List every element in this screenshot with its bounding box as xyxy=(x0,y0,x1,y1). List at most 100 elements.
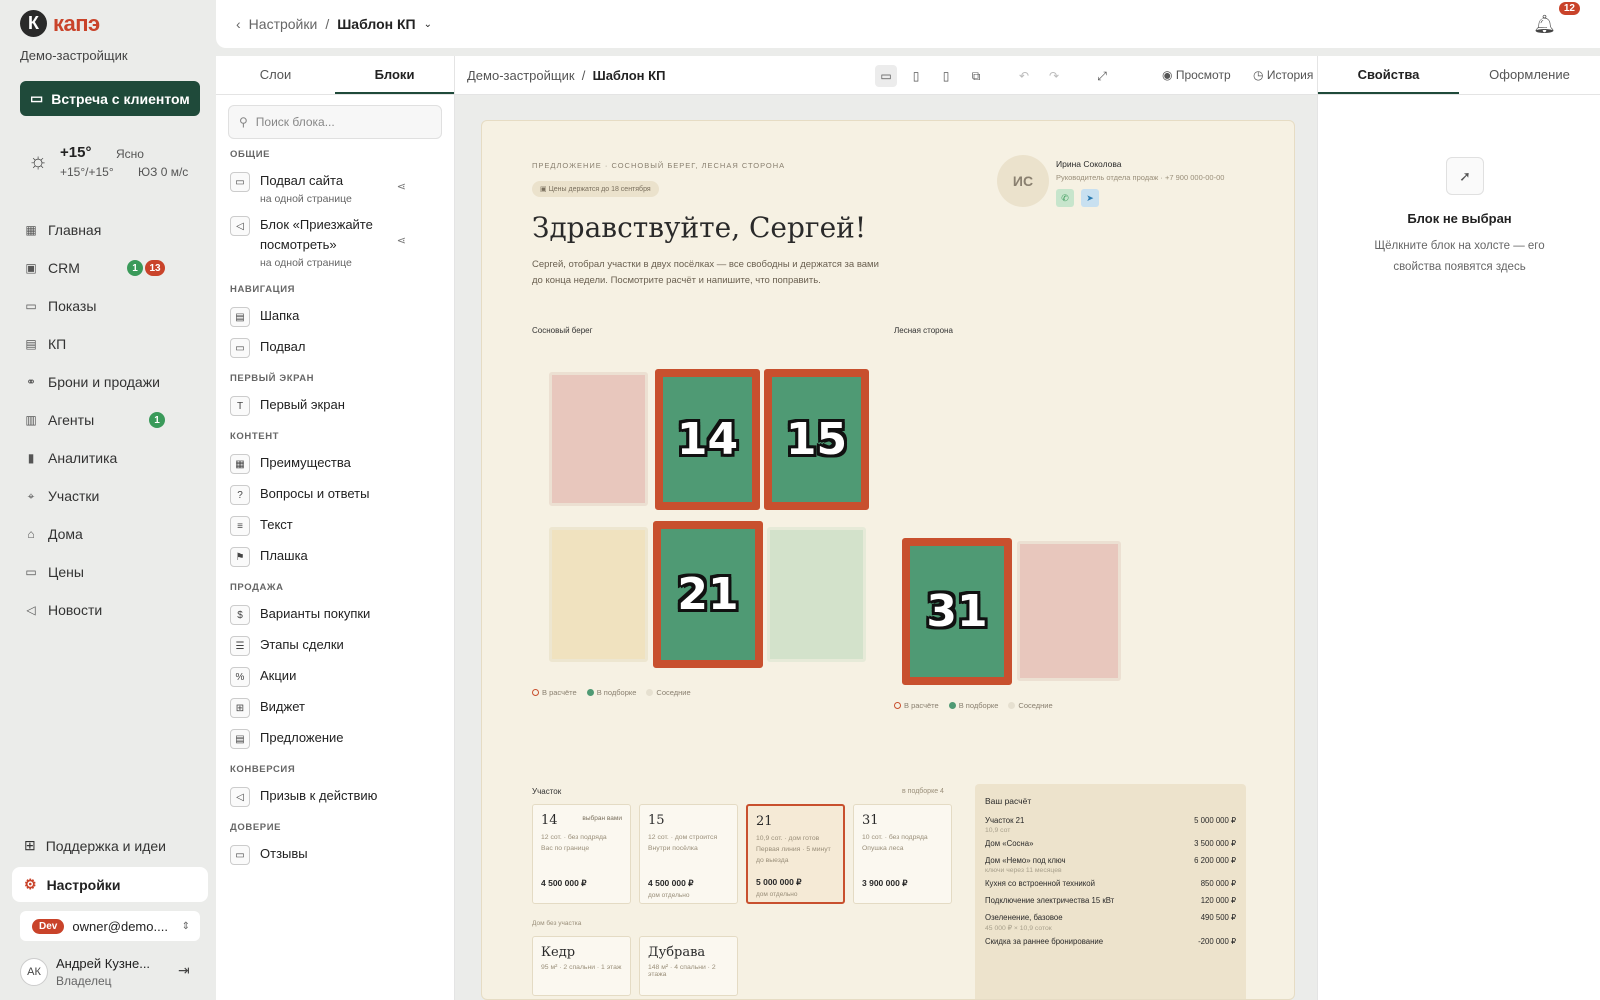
plot-14[interactable]: 14 xyxy=(655,369,760,510)
support-link[interactable]: ⊞ Поддержка и идеи xyxy=(24,837,166,854)
plot-card-number: 21 xyxy=(756,814,773,829)
meeting-button[interactable]: ▭ Встреча с клиентом xyxy=(20,81,200,116)
block-footer-site[interactable]: ▭ Подвал сайта на одной странице ⋖ xyxy=(216,166,454,210)
nav-item-analytics[interactable]: ▮ Аналитика xyxy=(12,439,204,477)
document-icon: ▤ xyxy=(25,337,37,351)
tab-design[interactable]: Оформление xyxy=(1459,56,1600,94)
calc-row-sub: 45 000 ₽ × 10,9 соток xyxy=(985,925,1052,932)
house-card[interactable]: Дубрава 148 м² · 4 спальни · 2 этажа xyxy=(639,936,738,996)
bell-icon[interactable]: 🔔︎ xyxy=(1533,14,1556,35)
block-visit[interactable]: ◁ Блок «Приезжайте посмотреть» на одной … xyxy=(216,210,454,274)
plot-sold xyxy=(549,372,648,506)
nav-item-houses[interactable]: ⌂ Дома xyxy=(12,515,204,553)
chevron-left-icon[interactable]: ‹ xyxy=(236,16,241,32)
redo-icon[interactable]: ↷ xyxy=(1043,65,1065,87)
plot-21[interactable]: 21 xyxy=(653,521,763,668)
avatar[interactable]: АК xyxy=(20,958,48,986)
undo-icon[interactable]: ↶ xyxy=(1013,65,1035,87)
grid-icon: ▦ xyxy=(25,223,37,237)
nav-item-kp[interactable]: ▤ КП xyxy=(12,325,204,363)
block-title: Текст xyxy=(260,517,293,532)
legend-calc: В расчёте xyxy=(532,688,577,697)
block-purchase[interactable]: $ Варианты покупки xyxy=(216,599,454,630)
calc-row-value: 120 000 ₽ xyxy=(1200,896,1236,905)
block-reviews[interactable]: ▭ Отзывы xyxy=(216,839,454,870)
properties-panel: Свойства Оформление ➚ Блок не выбран Щёл… xyxy=(1317,56,1600,1000)
block-sub: на одной странице xyxy=(260,257,352,269)
tablet-icon[interactable]: ▯ xyxy=(905,65,927,87)
clock-icon: ◷ xyxy=(1253,68,1264,82)
block-footer[interactable]: ▭ Подвал xyxy=(216,332,454,363)
plot-card[interactable]: 15 12 сот. · дом строится Внутри посёлка … xyxy=(639,804,738,904)
plot-card-desc2: Вас по границе xyxy=(541,845,590,852)
nav-item-prices[interactable]: ▭ Цены xyxy=(12,553,204,591)
nav-item-home[interactable]: ▦ Главная xyxy=(12,211,204,249)
history-button[interactable]: ◷ История xyxy=(1253,68,1313,82)
block-first-screen[interactable]: T Первый экран xyxy=(216,390,454,421)
grid-icon: ▦ xyxy=(230,454,250,474)
nav-item-bookings[interactable]: ⚭ Брони и продажи xyxy=(12,363,204,401)
tab-layers[interactable]: Слои xyxy=(216,56,335,94)
share-icon[interactable]: ⋖ xyxy=(397,180,406,193)
contact-icon: ▣ xyxy=(25,261,37,275)
plot-legend: В расчёте В подборке Соседние xyxy=(532,688,691,697)
legend-calc: В расчёте xyxy=(894,701,939,710)
nav-item-news[interactable]: ◁ Новости xyxy=(12,591,204,629)
block-advantages[interactable]: ▦ Преимущества xyxy=(216,448,454,479)
plot-card-desc: 12 сот. · без подряда xyxy=(541,834,607,841)
tab-properties[interactable]: Свойства xyxy=(1318,56,1459,94)
whatsapp-icon[interactable]: ✆ xyxy=(1056,189,1074,207)
nav-item-plots[interactable]: ⌖ Участки xyxy=(12,477,204,515)
logo-text: капэ xyxy=(53,10,100,36)
block-faq[interactable]: ? Вопросы и ответы xyxy=(216,479,454,510)
expand-icon[interactable]: ⤢ xyxy=(1091,65,1113,87)
nav-item-agents[interactable]: ▥ Агенты 1 xyxy=(12,401,204,439)
section-conversion: КОНВЕРСИЯ xyxy=(230,764,296,775)
nav-item-shows[interactable]: ▭ Показы xyxy=(12,287,204,325)
share-icon[interactable]: ⋖ xyxy=(397,234,406,247)
mobile-icon[interactable]: ▯ xyxy=(935,65,957,87)
nav-label: КП xyxy=(48,336,67,352)
telegram-icon[interactable]: ➤ xyxy=(1081,189,1099,207)
block-text[interactable]: ≡ Текст xyxy=(216,510,454,541)
block-plate[interactable]: ⚑ Плашка xyxy=(216,541,454,572)
account-switcher[interactable]: Dev owner@demo.... ⇕ xyxy=(20,911,200,941)
preview-button[interactable]: ◉ Просмотр xyxy=(1162,68,1231,82)
calc-row-sub: ключи через 11 месяцев xyxy=(985,867,1062,874)
plot-card-selected[interactable]: 21 10,9 сот. · дом готов Первая линия · 5… xyxy=(746,804,845,904)
logo[interactable]: К капэ xyxy=(20,10,100,37)
copy-icon[interactable]: ⧉ xyxy=(965,65,987,87)
desktop-icon[interactable]: ▭ xyxy=(875,65,897,87)
plot-card[interactable]: 31 10 сот. · без подряда Опушка леса 3 90… xyxy=(853,804,952,904)
price-icon: ▭ xyxy=(25,565,37,579)
plot-15[interactable]: 15 xyxy=(764,369,869,510)
presentation-icon: ▭ xyxy=(30,90,44,106)
settings-link[interactable]: ⚙ Настройки xyxy=(12,867,208,902)
nav-item-crm[interactable]: ▣ CRM 1 13 xyxy=(12,249,204,287)
block-title: Варианты покупки xyxy=(260,606,371,621)
legend-neighbor: Соседние xyxy=(1008,701,1053,710)
properties-tabs: Свойства Оформление xyxy=(1318,56,1600,95)
section-trust: ДОВЕРИЕ xyxy=(230,822,282,833)
proposal-canvas[interactable]: ПРЕДЛОЖЕНИЕ · СОСНОВЫЙ БЕРЕГ, ЛЕСНАЯ СТО… xyxy=(481,120,1295,1000)
plot-31[interactable]: 31 xyxy=(902,538,1012,685)
editor-breadcrumb-root[interactable]: Демо-застройщик xyxy=(467,68,575,83)
block-header[interactable]: ▤ Шапка xyxy=(216,301,454,332)
env-badge: Dev xyxy=(32,918,65,934)
chevron-down-icon[interactable]: ⌄ xyxy=(424,19,432,30)
legend-selected: В подборке xyxy=(948,701,998,710)
breadcrumb-back[interactable]: Настройки xyxy=(249,16,318,32)
block-cta[interactable]: ◁ Призыв к действию xyxy=(216,781,454,812)
legend-neighbor: Соседние xyxy=(646,688,691,697)
block-search-input[interactable]: ⚲ Поиск блока... xyxy=(228,105,442,139)
tab-blocks[interactable]: Блоки xyxy=(335,56,454,94)
logout-icon[interactable]: ⇥ xyxy=(178,962,190,979)
plot-card[interactable]: 14 выбран вами 12 сот. · без подряда Вас … xyxy=(532,804,631,904)
page-title[interactable]: Шаблон КП xyxy=(337,16,415,32)
block-stages[interactable]: ☰ Этапы сделки xyxy=(216,630,454,661)
block-offer[interactable]: ▤ Предложение xyxy=(216,723,454,754)
block-promo[interactable]: % Акции xyxy=(216,661,454,692)
house-card[interactable]: Кедр 95 м² · 2 спальни · 1 этаж xyxy=(532,936,631,996)
block-widget[interactable]: ⊞ Виджет xyxy=(216,692,454,723)
plot-card-price: 4 500 000 ₽ xyxy=(541,878,587,888)
